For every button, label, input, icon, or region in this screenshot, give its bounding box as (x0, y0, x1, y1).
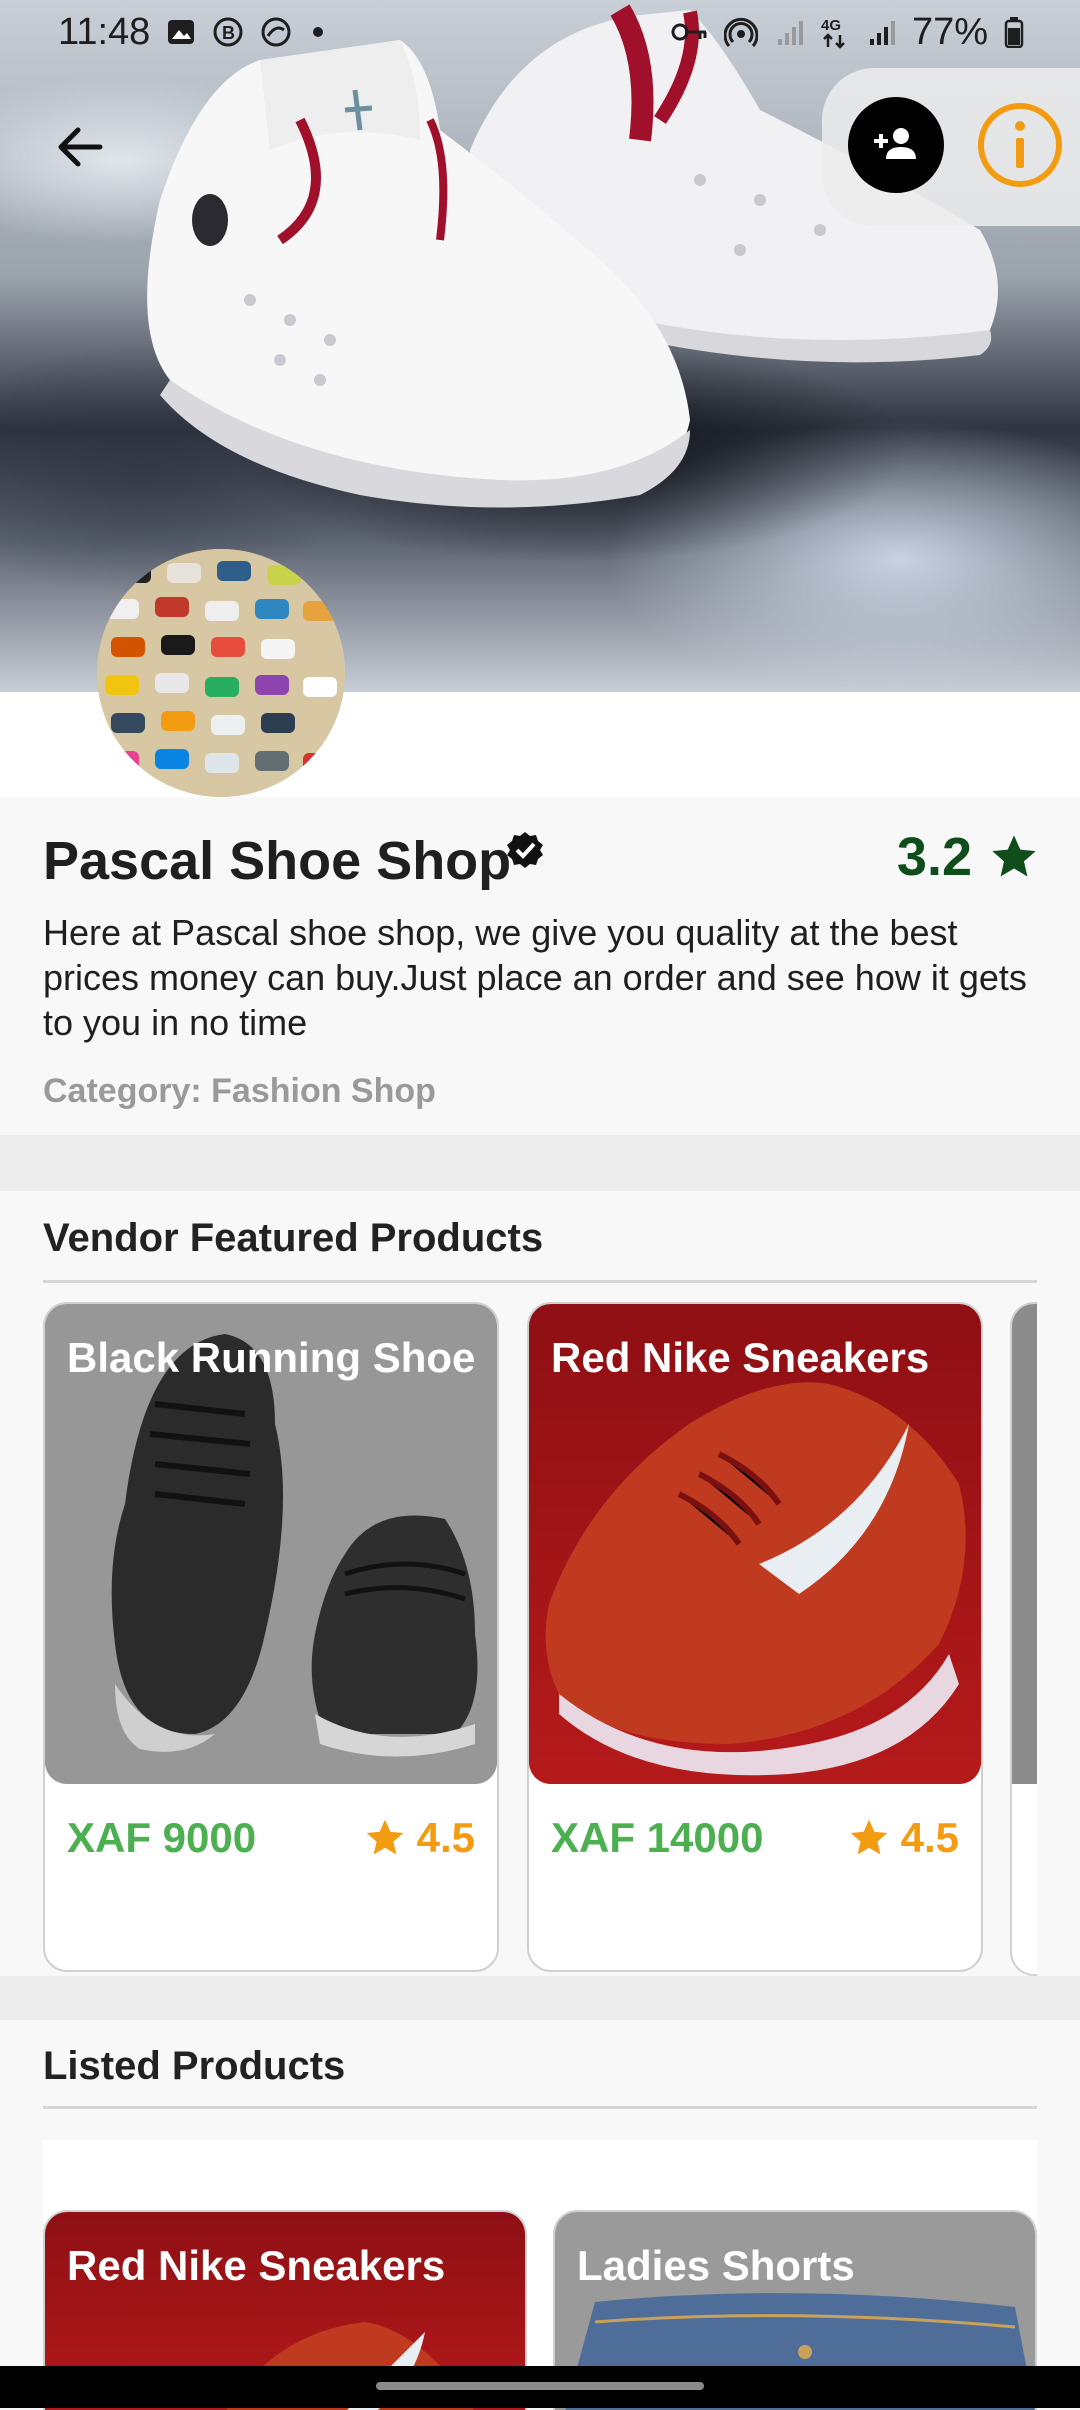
shop-avatar[interactable] (97, 549, 345, 797)
star-icon (850, 1819, 887, 1855)
product-name: Ladies Shorts (577, 2242, 855, 2289)
section-divider (0, 1135, 1080, 1191)
shoe-wall-photo (97, 549, 345, 797)
shop-rating-value: 3.2 (896, 827, 972, 887)
shop-info-button[interactable] (974, 99, 1066, 191)
follow-shop-button[interactable] (848, 97, 944, 193)
product-rating: 4.5 (363, 1814, 475, 1862)
battery-percent: 77% (911, 10, 988, 53)
product-name: Red Nike Sneakers (551, 1334, 930, 1381)
product-price: XAF 9000 (67, 1814, 257, 1861)
status-bar: 11:48 B 4G 77% (0, 0, 1080, 64)
b-icon: B (212, 16, 244, 48)
featured-section-title: Vendor Featured Products (43, 1216, 544, 1260)
verified-icon (507, 832, 543, 868)
key-icon (670, 20, 708, 44)
featured-section-rule (43, 1280, 1037, 1283)
gallery-icon (166, 17, 196, 47)
listed-section-rule (43, 2106, 1037, 2109)
info-icon (978, 103, 1062, 187)
signal-icon (774, 17, 804, 47)
featured-scroll-cover (1037, 1300, 1080, 1980)
product-rating-value: 4.5 (900, 1814, 959, 1861)
arrow-left-icon (58, 127, 103, 167)
shop-rating: 3.2 (897, 826, 1040, 888)
listed-section-title: Listed Products (43, 2044, 346, 2088)
shop-name: Pascal Shoe Shop (43, 831, 512, 891)
star-icon (992, 835, 1036, 877)
person-add-icon (874, 128, 916, 159)
product-rating: 4.5 (847, 1814, 959, 1862)
shop-category: Category: Fashion Shop (43, 1072, 436, 1110)
hotspot-icon (723, 15, 758, 49)
product-name: Red Nike Sneakers (67, 2242, 446, 2289)
signal-icon-2 (866, 17, 896, 47)
home-gesture-handle[interactable] (376, 2382, 704, 2390)
featured-product-card[interactable]: Red Nike Sneakers XAF 14000 4.5 (527, 1302, 983, 1972)
product-rating-value: 4.5 (416, 1814, 475, 1861)
product-name: Black Running Shoe (67, 1334, 476, 1381)
featured-product-card[interactable]: Black Running Shoe XAF 9000 4.5 (43, 1302, 499, 1972)
app-icon (260, 16, 292, 48)
section-divider (0, 1976, 1080, 2020)
shop-description: Here at Pascal shoe shop, we give you qu… (43, 912, 1027, 1043)
shop-actions (822, 68, 1080, 226)
battery-icon (1004, 16, 1024, 48)
dot-icon (308, 22, 328, 42)
back-button[interactable] (44, 112, 114, 182)
svg-text:4G: 4G (821, 17, 841, 34)
status-time: 11:48 (58, 10, 151, 53)
svg-text:B: B (222, 23, 235, 43)
star-icon (366, 1819, 403, 1855)
system-navigation-bar (0, 2366, 1080, 2408)
product-price: XAF 14000 (551, 1814, 764, 1861)
data-icon: 4G (820, 15, 850, 49)
